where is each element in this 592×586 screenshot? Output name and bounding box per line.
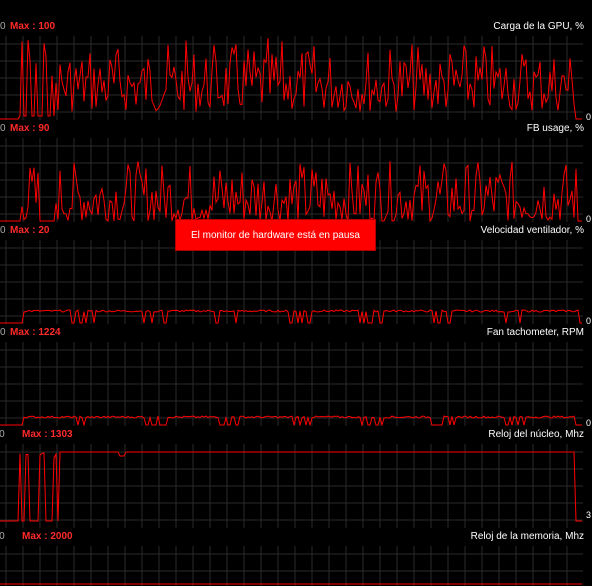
panel-max-label: Max : 1224 [10,327,61,338]
paused-banner: El monitor de hardware está en pausa [176,220,375,250]
panel-max-label: Max : 1303 [22,429,73,440]
graph-panel-fb-usage: 0 Max : 90 FB usage, % 0 [0,120,592,224]
panel-title: Carga de la GPU, % [493,21,584,32]
panel-max-label: Max : 2000 [22,531,73,542]
panel-min-value: 300 [0,429,5,440]
panel-min-value: 0 [0,327,6,338]
graph-svg [0,342,583,426]
panel-title: Reloj del núcleo, Mhz [488,429,584,440]
trace-line [0,38,582,120]
panel-max-label: Max : 100 [10,21,56,32]
panel-header: 0 Max : 90 FB usage, % [0,120,592,138]
graph-plot[interactable] [0,36,583,120]
panel-title: Velocidad ventilador, % [480,225,584,236]
graph-svg [0,240,583,324]
panel-max-label: Max : 90 [10,123,50,134]
panel-title: Fan tachometer, RPM [486,327,584,338]
graph-plot[interactable] [0,138,583,222]
graph-svg [0,546,583,586]
trace-line [0,161,582,222]
panel-min-value: 0 [0,123,6,134]
panel-header: 0 Max : 1224 Fan tachometer, RPM [0,324,592,342]
panel-title: Reloj de la memoria, Mhz [470,531,584,542]
panel-max-label: Max : 20 [10,225,50,236]
panel-title: FB usage, % [526,123,584,134]
graph-plot[interactable] [0,546,583,586]
panel-header: 0 Max : 100 Carga de la GPU, % [0,18,592,36]
graph-panel-memory-clock: 300 Max : 2000 Reloj de la memoria, Mhz [0,528,592,586]
graph-plot[interactable] [0,342,583,426]
graph-plot[interactable] [0,240,583,324]
current-value: 3 [586,510,592,520]
graph-svg [0,444,583,528]
panel-header: 300 Max : 1303 Reloj del núcleo, Mhz [0,426,592,444]
panel-min-value: 0 [0,21,6,32]
graph-panel-gpu-load: 0 Max : 100 Carga de la GPU, % 0 [0,18,592,122]
graph-svg [0,36,583,120]
graph-panel-core-clock: 300 Max : 1303 Reloj del núcleo, Mhz 3 [0,426,592,528]
trace-line [0,415,582,426]
panel-min-value: 0 [0,225,6,236]
graph-plot[interactable] [0,444,583,528]
graph-svg [0,138,583,222]
panel-header: 300 Max : 2000 Reloj de la memoria, Mhz [0,528,592,546]
graph-panel-fan-tachometer: 0 Max : 1224 Fan tachometer, RPM 0 [0,324,592,428]
panel-min-value: 300 [0,531,5,542]
